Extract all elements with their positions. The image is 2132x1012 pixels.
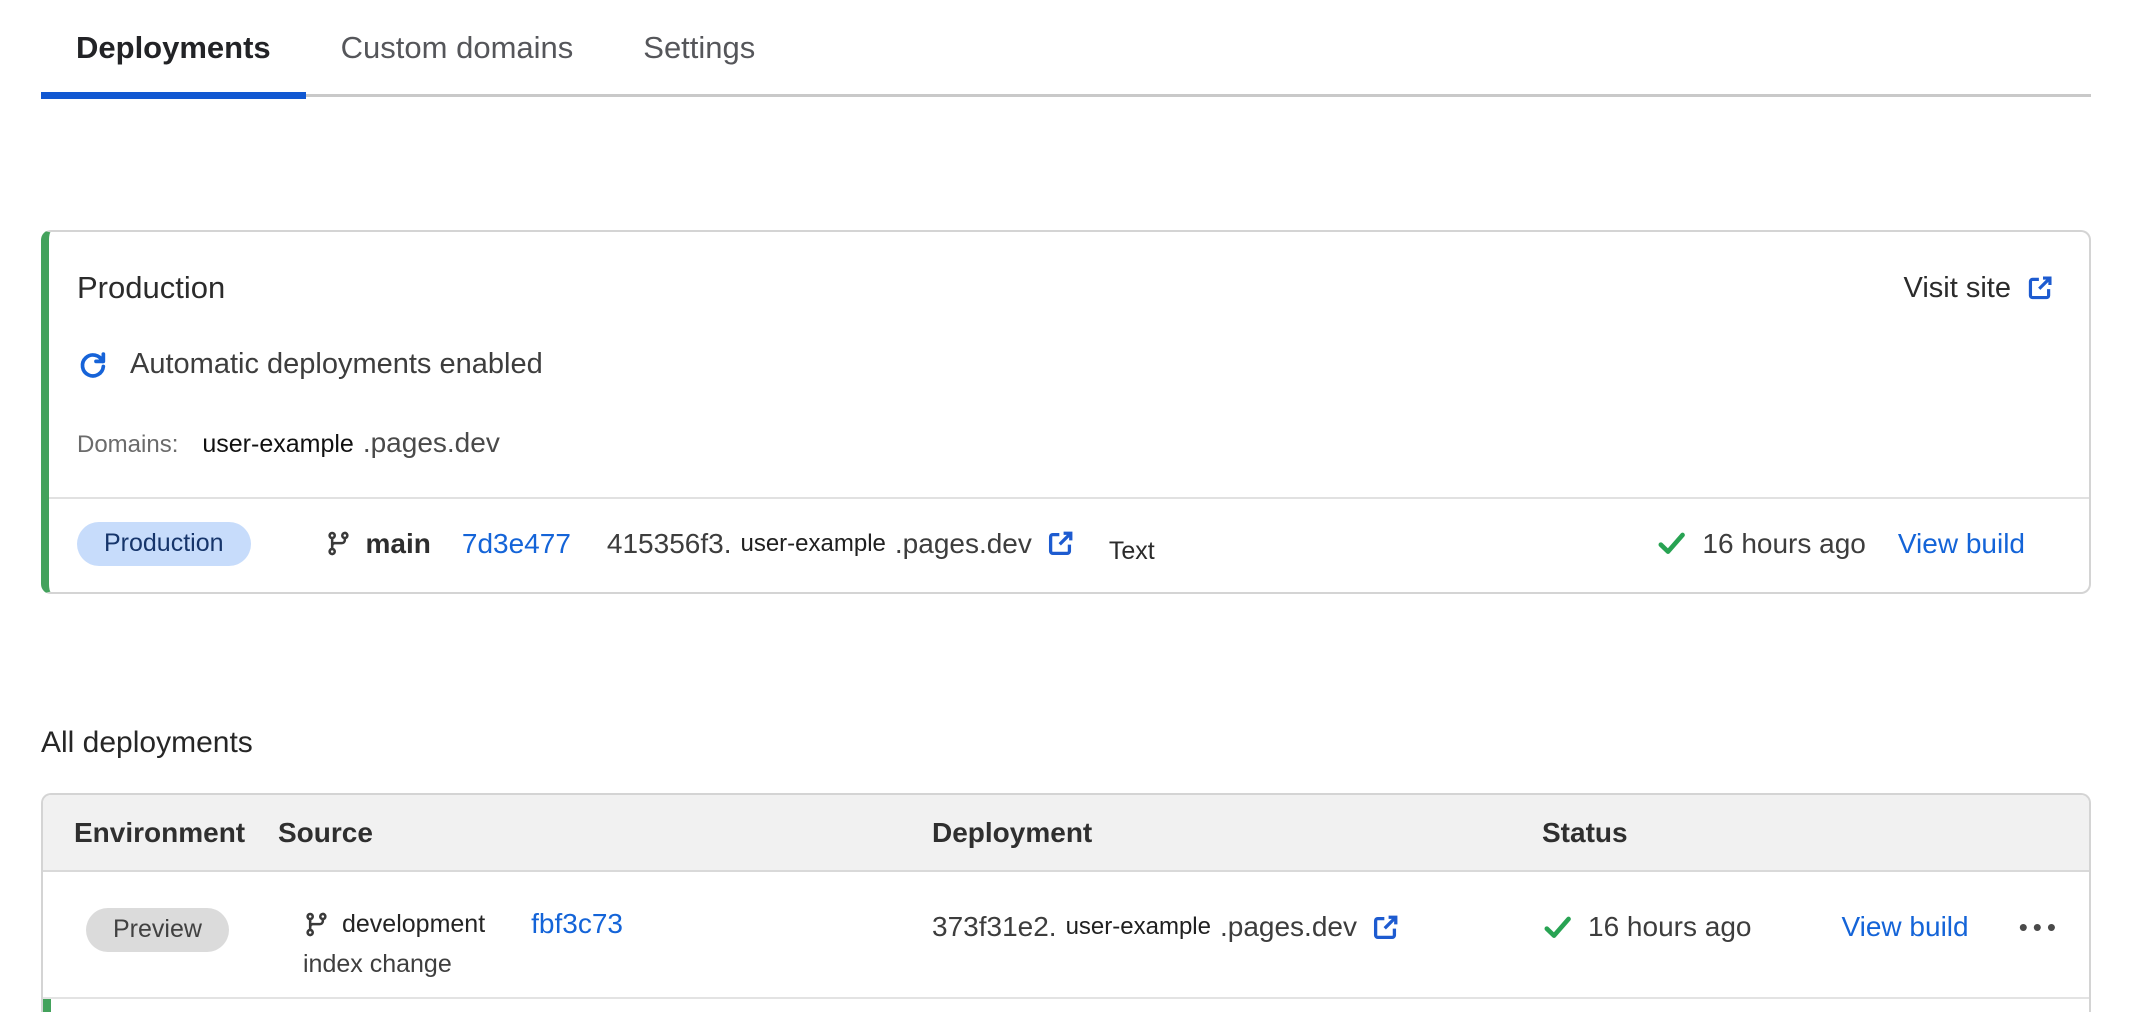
visit-site-link[interactable]: Visit site	[1904, 272, 2055, 305]
deployment-time: 16 hours ago	[1588, 911, 1751, 943]
deployment-time: 16 hours ago	[1702, 528, 1865, 560]
deployments-page: Deployments Custom domains Settings Prod…	[0, 0, 2132, 1012]
view-build-link[interactable]: View build	[1841, 911, 1968, 943]
branch-name: main	[366, 528, 431, 560]
deployment-domain-name: user-example	[740, 530, 885, 558]
refresh-icon	[77, 349, 108, 380]
column-header-status: Status	[1542, 817, 2089, 849]
production-deployment-row: Production main 7d3e477 415356f3. user-e…	[77, 499, 2055, 592]
tab-deployments[interactable]: Deployments	[41, 28, 306, 94]
tab-settings[interactable]: Settings	[608, 28, 790, 94]
branch-name: development	[342, 910, 485, 939]
success-check-icon	[1656, 528, 1687, 559]
commit-link[interactable]: fbf3c73	[531, 908, 623, 940]
column-header-deployment: Deployment	[932, 817, 1542, 849]
overflow-menu-icon[interactable]: •••	[2019, 914, 2061, 940]
deployment-subdomain: 415356f3.	[607, 528, 732, 560]
deployment-domain-suffix: .pages.dev	[895, 528, 1032, 560]
domains-label: Domains:	[77, 431, 178, 459]
visit-site-label: Visit site	[1904, 272, 2011, 305]
external-link-icon[interactable]	[1370, 912, 1401, 943]
deployment-domain-suffix: .pages.dev	[1220, 911, 1357, 943]
git-branch-icon	[325, 528, 352, 559]
view-build-link[interactable]: View build	[1898, 528, 2025, 560]
table-row: Preview development fbf3c73 index change…	[43, 872, 2089, 999]
environment-badge-preview: Preview	[86, 908, 229, 952]
deployments-table: Environment Source Deployment Status Pre…	[41, 793, 2091, 1012]
success-check-icon	[1542, 912, 1573, 943]
next-row-partial	[43, 999, 2089, 1012]
production-card-title: Production	[77, 270, 225, 306]
external-link-icon	[2025, 273, 2055, 303]
deployment-domain-name: user-example	[1066, 913, 1211, 941]
domain-suffix: .pages.dev	[363, 427, 500, 459]
column-header-source: Source	[278, 817, 932, 849]
git-branch-icon	[303, 909, 330, 940]
auto-deployments-text: Automatic deployments enabled	[130, 348, 543, 381]
external-link-icon[interactable]	[1045, 528, 1076, 559]
tab-custom-domains[interactable]: Custom domains	[306, 28, 609, 94]
commit-link[interactable]: 7d3e477	[462, 528, 571, 560]
deployment-subdomain: 373f31e2.	[932, 911, 1057, 943]
tab-bar: Deployments Custom domains Settings	[41, 0, 2091, 97]
all-deployments-title: All deployments	[41, 726, 2091, 760]
table-header-row: Environment Source Deployment Status	[43, 795, 2089, 872]
commit-message: index change	[303, 950, 932, 979]
domain-name: user-example	[202, 430, 353, 459]
environment-badge-production: Production	[77, 522, 251, 566]
production-card: Production Visit site	[41, 230, 2091, 594]
note-text: Text	[1109, 537, 1155, 566]
column-header-environment: Environment	[43, 817, 278, 849]
